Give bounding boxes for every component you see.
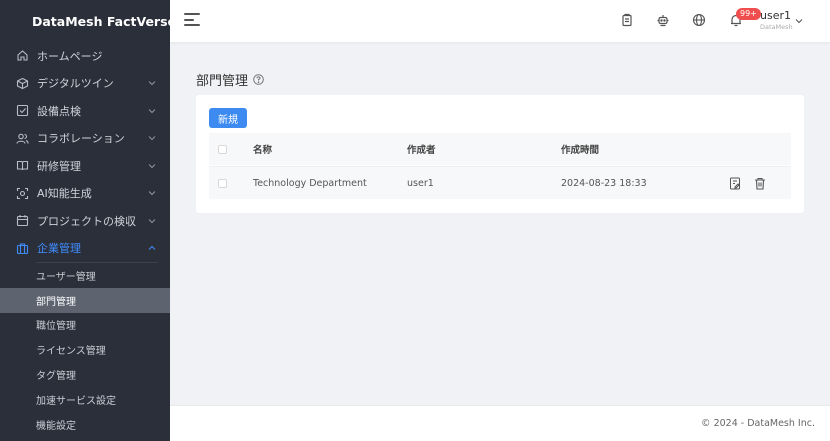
user-name: user1 [760,9,791,22]
new-button[interactable]: 新規 [209,108,247,128]
help-icon[interactable] [253,74,264,85]
submenu-feature-settings[interactable]: 機能設定 [0,412,170,437]
submenu-position-management[interactable]: 職位管理 [0,313,170,338]
sidebar-item-inspection[interactable]: 設備点検 [0,97,170,125]
sidebar: DataMesh FactVerse ホームページ デジタルツイン 設備点検 コ… [0,0,170,441]
briefcase-icon [16,242,29,255]
sidebar-item-project-acceptance[interactable]: プロジェクトの検収 [0,207,170,235]
notification-badge[interactable]: 99+ [736,8,761,20]
sidebar-item-collaboration[interactable]: コラボレーション [0,125,170,153]
page-title: 部門管理 [196,74,249,89]
copyright-text: © 2024 - DataMesh Inc. [701,418,815,429]
chevron-down-icon [148,163,156,168]
sidebar-item-home[interactable]: ホームページ [0,42,170,70]
sidebar-item-label: コラボレーション [37,132,125,146]
footer: © 2024 - DataMesh Inc. [170,405,830,441]
globe-icon[interactable] [692,13,706,27]
row-actions [729,177,779,190]
users-icon [16,132,29,145]
column-header-created[interactable]: 作成時間 [561,142,729,156]
sidebar-item-enterprise[interactable]: 企業管理 [0,235,170,263]
select-all-checkbox[interactable] [218,144,227,154]
checkbox-icon [16,104,29,117]
sidebar-item-label: 研修管理 [37,159,81,173]
clipboard-icon[interactable] [620,13,634,27]
submenu-department-management[interactable]: 部門管理 [0,287,170,313]
submenu-user-management[interactable]: ユーザー管理 [0,263,170,288]
submenu-tag-management[interactable]: タグ管理 [0,362,170,387]
menu-toggle-icon[interactable] [184,13,200,27]
home-icon [16,49,29,62]
enterprise-submenu: ユーザー管理 部門管理 職位管理 ライセンス管理 タグ管理 加速サービス設定 機… [0,263,170,437]
cell-creator: user1 [407,177,434,189]
sidebar-item-label: 企業管理 [37,242,81,256]
submenu-acceleration-settings[interactable]: 加速サービス設定 [0,387,170,412]
sidebar-item-label: デジタルツイン [37,77,114,91]
chevron-down-icon [148,108,156,113]
app-name: DataMesh FactVerse [32,13,170,29]
sidebar-item-label: 設備点検 [37,104,81,118]
sidebar-menu: ホームページ デジタルツイン 設備点検 コラボレーション 研修管理 AI知能生成… [0,42,170,262]
ai-scan-icon [16,187,29,200]
cell-created: 2024-08-23 18:33 [561,177,647,189]
book-icon [16,159,29,172]
chevron-down-icon [148,136,156,141]
column-header-creator[interactable]: 作成者 [407,142,561,156]
cell-name: Technology Department [253,177,367,189]
table-row[interactable]: Technology Department user1 2024-08-23 1… [209,166,791,199]
chevron-down-icon [148,191,156,196]
department-table: 名称 作成者 作成時間 Technology Department user1 … [209,133,791,199]
sidebar-item-label: ホームページ [37,49,103,63]
sidebar-item-label: プロジェクトの検収 [37,214,136,228]
user-org: DataMesh [760,23,793,31]
chevron-down-icon [148,218,156,223]
trash-icon[interactable] [754,177,766,190]
row-checkbox[interactable] [218,178,227,188]
submenu-license-management[interactable]: ライセンス管理 [0,337,170,362]
department-card: 新規 名称 作成者 作成時間 Technology Department use… [196,95,804,213]
column-header-name[interactable]: 名称 [253,142,407,156]
chevron-up-icon [148,246,156,251]
edit-icon[interactable] [729,177,741,190]
user-menu[interactable]: user1 DataMesh [760,9,793,31]
robot-icon[interactable] [656,13,670,27]
sidebar-item-training[interactable]: 研修管理 [0,152,170,180]
chevron-down-icon [148,81,156,86]
sidebar-item-digital-twin[interactable]: デジタルツイン [0,70,170,98]
top-header: 99+ user1 DataMesh [170,0,830,42]
logo[interactable]: DataMesh FactVerse [0,0,170,42]
table-header: 名称 作成者 作成時間 [209,133,791,165]
sidebar-item-ai-generation[interactable]: AI知能生成 [0,180,170,208]
calendar-icon [16,214,29,227]
cube-icon [16,77,29,90]
page-title-row: 部門管理 [196,70,264,89]
chevron-down-icon[interactable] [795,17,803,25]
sidebar-item-label: AI知能生成 [37,187,92,201]
